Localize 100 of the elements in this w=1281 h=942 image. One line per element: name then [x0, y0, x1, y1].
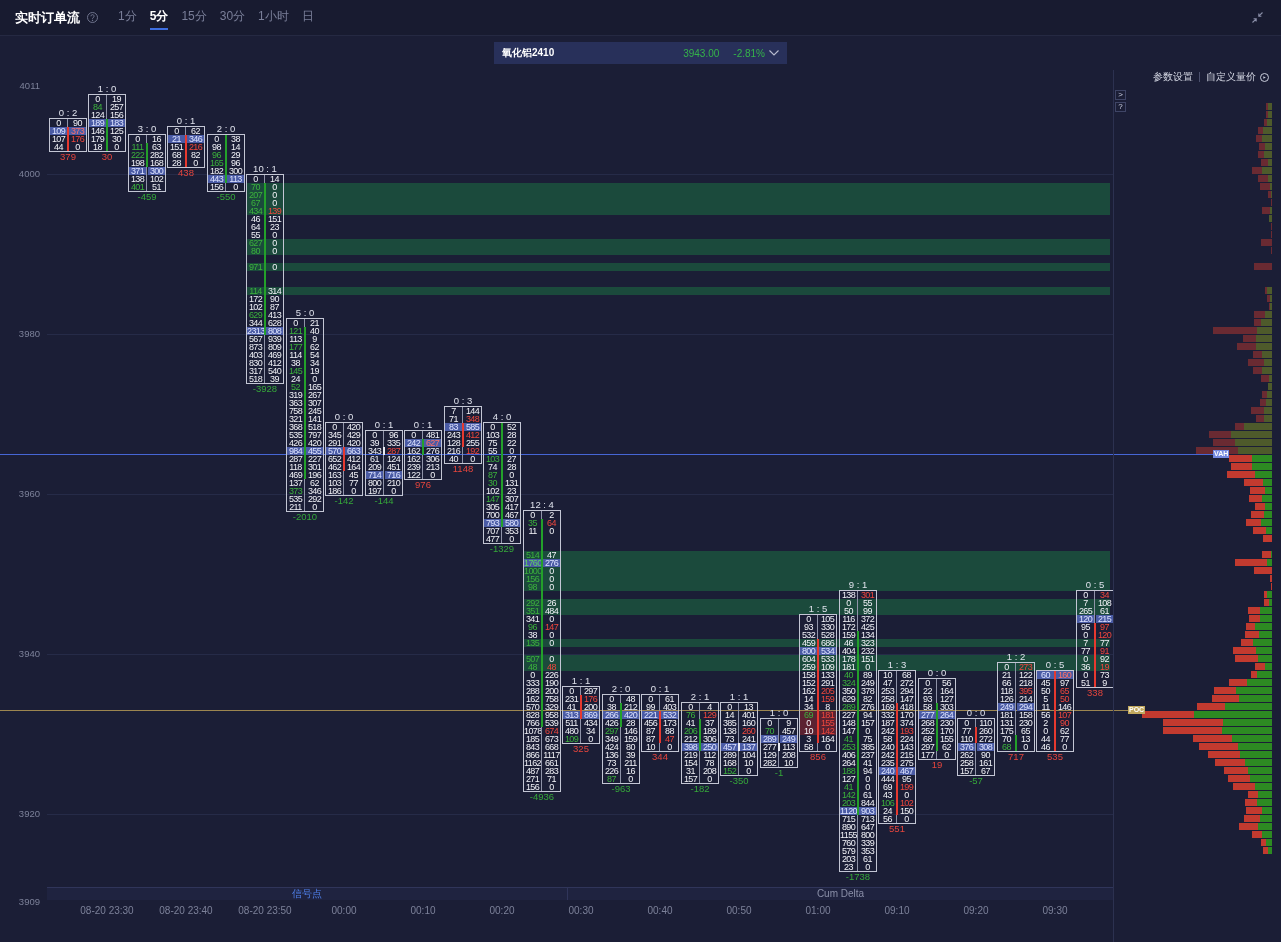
bid-volume: 146	[89, 127, 106, 135]
ask-volume: 663	[345, 447, 362, 455]
bid-volume: 38	[606, 703, 617, 711]
bid-volume: 152	[800, 679, 817, 687]
bid-volume: 181	[840, 663, 857, 671]
bid-volume: 41	[685, 719, 696, 727]
ask-volume: 78	[704, 759, 715, 767]
bid-volume: 188	[840, 767, 857, 775]
indicator-tab[interactable]: 信号点	[47, 888, 567, 900]
bid-volume: 239	[405, 463, 422, 471]
ask-volume: 291	[819, 679, 836, 687]
ratio-label: 0 : 1	[650, 684, 670, 694]
help-icon[interactable]	[87, 12, 98, 23]
bid-volume: 0	[647, 695, 654, 703]
bid-volume: 87	[606, 775, 617, 783]
bid-volume: 114	[288, 351, 303, 359]
time-label: 09:10	[884, 905, 910, 917]
bid-volume: 343	[366, 447, 383, 455]
ask-volume: 713	[859, 815, 876, 823]
ask-volume: 0	[903, 815, 910, 823]
interval-tab[interactable]: 日	[301, 7, 314, 30]
ask-volume: 9	[1101, 679, 1108, 687]
ask-volume: 8	[824, 703, 831, 711]
ratio-label: 0 : 1	[176, 116, 196, 126]
ask-volume: 307	[503, 495, 520, 503]
interval-tab[interactable]: 5分	[149, 7, 169, 30]
bid-volume: 96	[211, 151, 222, 159]
price-label: 3980	[18, 328, 40, 340]
ask-volume: 0	[390, 487, 397, 495]
bid-volume: 0	[331, 423, 338, 431]
interval-tab[interactable]: 30分	[219, 7, 246, 30]
bid-volume: 135	[524, 639, 541, 647]
bid-volume: 43	[882, 791, 893, 799]
ask-volume: 63	[151, 143, 162, 151]
bid-volume: 162	[405, 447, 422, 455]
expand-button[interactable]: >	[1115, 90, 1126, 100]
time-label: 00:00	[331, 905, 357, 917]
bid-volume: 289	[840, 703, 857, 711]
ask-volume: 528	[819, 631, 836, 639]
ask-volume: 412	[464, 431, 481, 439]
bid-volume: 41	[843, 735, 854, 743]
bid-volume: 177	[919, 751, 936, 759]
delta-value: -182	[690, 784, 710, 794]
bid-volume: 0	[529, 671, 536, 679]
ratio-label: 10 : 1	[253, 164, 277, 174]
bid-volume: 93	[922, 695, 933, 703]
interval-tab[interactable]: 1分	[118, 7, 137, 30]
ask-volume: 301	[306, 463, 323, 471]
ask-volume: 301	[859, 591, 876, 599]
settings-link[interactable]: 参数设置	[1153, 71, 1193, 83]
time-label: 00:10	[410, 905, 436, 917]
ask-volume: 144	[464, 407, 481, 415]
ask-volume: 346	[306, 487, 323, 495]
ask-volume: 61	[664, 695, 675, 703]
bid-volume: 74	[487, 463, 498, 471]
bid-volume: 240	[879, 743, 896, 751]
bid-volume: 0	[529, 511, 536, 519]
bid-volume: 181	[998, 711, 1015, 719]
bid-volume: 266	[603, 711, 620, 719]
bid-volume: 114	[248, 287, 263, 295]
bid-volume: 242	[879, 751, 896, 759]
ask-volume: 294	[1017, 703, 1034, 711]
indicator-tab[interactable]: Cum Delta	[567, 888, 1113, 900]
bid-volume: 23	[843, 863, 854, 871]
symbol-selector[interactable]: 氧化铝2410 3943.00 -2.81%	[494, 42, 787, 64]
ask-volume: 137	[740, 743, 757, 751]
bid-volume: 44	[53, 143, 64, 151]
ask-volume: 39	[269, 375, 280, 383]
ask-volume: 92	[1099, 655, 1110, 663]
ask-volume: 200	[543, 687, 560, 695]
help-button[interactable]: ?	[1115, 102, 1126, 112]
ask-volume: 518	[306, 423, 323, 431]
bid-volume: 1155	[840, 831, 857, 839]
bid-volume: 46	[250, 215, 261, 223]
ask-volume: 160	[1056, 671, 1073, 679]
interval-tab[interactable]: 1小时	[258, 7, 289, 30]
bid-volume: 10	[645, 743, 656, 751]
circle-play-icon[interactable]	[1260, 72, 1269, 82]
bid-volume: 106	[879, 799, 896, 807]
bid-volume: 87	[645, 727, 656, 735]
custom-volume-link[interactable]: 自定义量价	[1206, 71, 1256, 83]
ask-volume: 205	[819, 687, 836, 695]
shrink-icon[interactable]	[1252, 12, 1263, 23]
bid-volume: 10	[800, 727, 817, 735]
bid-volume: 156	[208, 183, 225, 191]
bid-volume: 68	[922, 735, 933, 743]
interval-tab[interactable]: 15分	[181, 7, 207, 30]
ask-volume: 26	[546, 599, 557, 607]
bid-volume: 52	[290, 383, 301, 391]
time-label: 00:20	[489, 905, 515, 917]
ask-volume: 218	[1017, 679, 1034, 687]
bid-volume: 14	[724, 711, 735, 719]
ask-volume: 109	[819, 663, 836, 671]
bid-volume: 350	[840, 687, 857, 695]
bid-volume: 0	[252, 175, 259, 183]
ratio-label: 0 : 5	[1085, 580, 1105, 590]
ask-volume: 105	[819, 615, 836, 623]
ask-volume: 686	[819, 639, 836, 647]
bid-volume: 456	[642, 719, 659, 727]
bid-volume: 333	[524, 679, 541, 687]
